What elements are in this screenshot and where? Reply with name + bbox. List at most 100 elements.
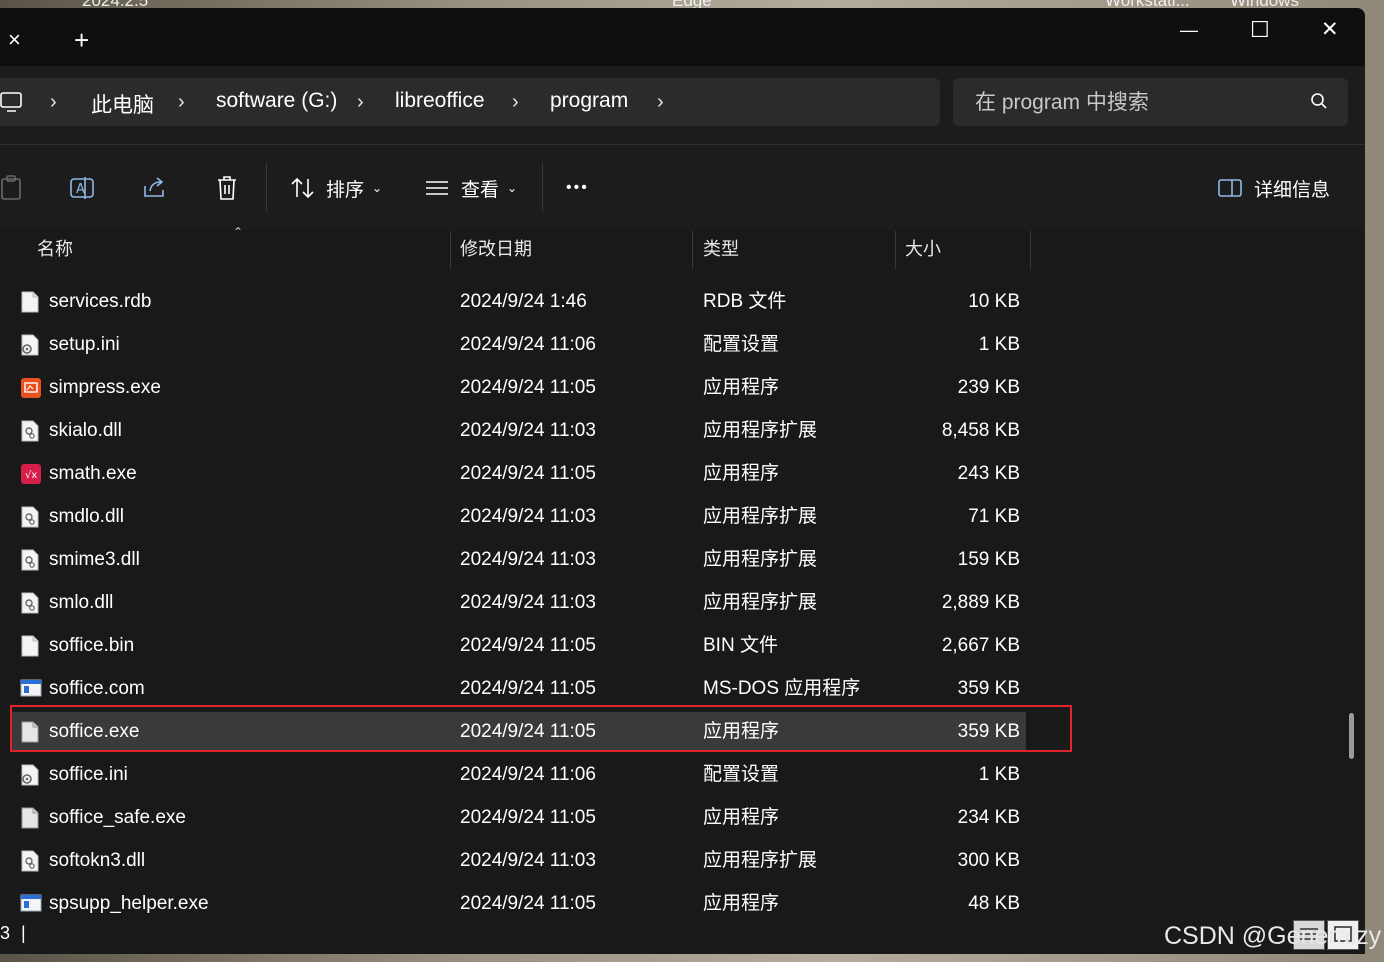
- dll-file-icon: [20, 592, 40, 614]
- settings-file-icon: [20, 334, 40, 356]
- file-size: 234 KB: [957, 807, 1020, 828]
- search-box: [953, 78, 1348, 128]
- close-tab-icon[interactable]: ×: [8, 28, 21, 52]
- address-row: › 此电脑 › software (G:) › libreoffice › pr…: [0, 66, 1365, 144]
- exe-file-icon: [20, 807, 40, 829]
- new-tab-button[interactable]: +: [74, 27, 89, 53]
- view-label: 查看: [461, 179, 500, 201]
- breadcrumb-item-this-pc[interactable]: 此电脑: [91, 89, 154, 119]
- file-name: soffice_safe.exe: [49, 807, 186, 828]
- file-modified-date: 2024/9/24 11:05: [460, 807, 596, 828]
- column-divider[interactable]: [692, 231, 693, 269]
- column-header-type[interactable]: 类型: [703, 229, 739, 269]
- details-label: 详细信息: [1254, 179, 1331, 201]
- maximize-button[interactable]: ☐: [1250, 18, 1270, 42]
- table-row[interactable]: √x smath.exe 2024/9/24 11:05 应用程序 243 KB: [12, 454, 1026, 494]
- file-size: 159 KB: [957, 549, 1020, 570]
- share-icon: [142, 176, 168, 200]
- table-row[interactable]: services.rdb 2024/9/24 1:46 RDB 文件 10 KB: [12, 282, 1026, 322]
- file-modified-date: 2024/9/24 11:06: [460, 764, 596, 785]
- table-row[interactable]: skialo.dll 2024/9/24 11:03 应用程序扩展 8,458 KB: [12, 411, 1026, 451]
- table-row[interactable]: simpress.exe 2024/9/24 11:05 应用程序 239 KB: [12, 368, 1026, 408]
- status-separator: |: [21, 923, 26, 943]
- breadcrumb-item-drive[interactable]: software (G:): [216, 89, 337, 113]
- dos-app-icon: [20, 678, 42, 700]
- table-row[interactable]: smdlo.dll 2024/9/24 11:03 应用程序扩展 71 KB: [12, 497, 1026, 537]
- search-icon[interactable]: [1310, 92, 1328, 115]
- status-bar: 3 |: [0, 917, 1365, 954]
- file-modified-date: 2024/9/24 11:06: [460, 334, 596, 355]
- table-row[interactable]: softokn3.dll 2024/9/24 11:03 应用程序扩展 300 KB: [12, 841, 1026, 881]
- chevron-right-icon[interactable]: ›: [357, 91, 364, 114]
- table-row-selected[interactable]: soffice.exe 2024/9/24 11:05 应用程序 359 KB: [12, 712, 1026, 752]
- exe-file-icon: [20, 721, 40, 743]
- file-icon: [20, 635, 40, 657]
- computer-icon[interactable]: [0, 91, 24, 118]
- file-name: soffice.bin: [49, 635, 135, 656]
- file-name: softokn3.dll: [49, 850, 146, 871]
- delete-button[interactable]: [215, 171, 239, 205]
- file-modified-date: 2024/9/24 11:05: [460, 678, 596, 699]
- view-button[interactable]: 查看 ⌄: [425, 171, 517, 205]
- chevron-right-icon[interactable]: ›: [50, 91, 57, 114]
- column-divider[interactable]: [450, 231, 451, 269]
- minimize-button[interactable]: —: [1180, 18, 1198, 42]
- table-row[interactable]: smime3.dll 2024/9/24 11:03 应用程序扩展 159 KB: [12, 540, 1026, 580]
- column-divider[interactable]: [895, 231, 896, 269]
- share-button[interactable]: [142, 171, 168, 205]
- file-name: simpress.exe: [49, 377, 161, 398]
- column-header-modified[interactable]: 修改日期: [460, 229, 532, 269]
- table-row[interactable]: soffice.bin 2024/9/24 11:05 BIN 文件 2,667 KB: [12, 626, 1026, 666]
- column-divider[interactable]: [1030, 231, 1031, 269]
- table-row[interactable]: soffice.ini 2024/9/24 11:06 配置设置 1 KB: [12, 755, 1026, 795]
- breadcrumb-item-program[interactable]: program: [550, 89, 628, 113]
- file-name: smdlo.dll: [49, 506, 124, 527]
- dll-file-icon: [20, 850, 40, 872]
- chevron-right-icon[interactable]: ›: [512, 91, 519, 114]
- file-modified-date: 2024/9/24 11:03: [460, 592, 596, 613]
- sort-button[interactable]: 排序 ⌄: [290, 171, 382, 205]
- file-type: 应用程序扩展: [703, 850, 818, 871]
- search-input[interactable]: [973, 78, 1297, 128]
- table-row[interactable]: soffice_safe.exe 2024/9/24 11:05 应用程序 234 K…: [12, 798, 1026, 838]
- close-window-button[interactable]: ✕: [1321, 18, 1339, 42]
- table-row[interactable]: smlo.dll 2024/9/24 11:03 应用程序扩展 2,889 KB: [12, 583, 1026, 623]
- table-row[interactable]: setup.ini 2024/9/24 11:06 配置设置 1 KB: [12, 325, 1026, 365]
- file-type: 应用程序: [703, 377, 780, 398]
- chevron-right-icon[interactable]: ›: [657, 91, 664, 114]
- file-type: 应用程序: [703, 463, 780, 484]
- paste-icon: [0, 175, 24, 201]
- dll-file-icon: [20, 506, 40, 528]
- details-pane-button[interactable]: 详细信息: [1218, 171, 1330, 205]
- file-name: smime3.dll: [49, 549, 140, 570]
- file-name: skialo.dll: [49, 420, 122, 441]
- view-icon: [425, 179, 449, 197]
- file-modified-date: 2024/9/24 11:05: [460, 377, 596, 398]
- file-size: 1 KB: [978, 334, 1020, 355]
- file-type: 配置设置: [703, 334, 780, 355]
- file-modified-date: 2024/9/24 11:03: [460, 420, 596, 441]
- file-name: soffice.com: [49, 678, 145, 699]
- file-modified-date: 2024/9/24 11:03: [460, 850, 596, 871]
- watermark-text: CSDN @Generalzy: [1164, 922, 1382, 950]
- paste-button[interactable]: [0, 171, 24, 205]
- file-name: soffice.ini: [49, 764, 128, 785]
- more-options-button[interactable]: •••: [566, 171, 589, 205]
- table-row[interactable]: soffice.com 2024/9/24 11:05 MS-DOS 应用程序 359…: [12, 669, 1026, 709]
- file-size: 8,458 KB: [941, 420, 1020, 441]
- math-app-icon: √x: [20, 463, 41, 485]
- column-header-size[interactable]: 大小: [905, 229, 941, 269]
- chevron-right-icon[interactable]: ›: [178, 91, 185, 114]
- breadcrumb[interactable]: › 此电脑 › software (G:) › libreoffice › pr…: [0, 78, 940, 126]
- file-size: 71 KB: [968, 506, 1020, 527]
- file-modified-date: 2024/9/24 11:03: [460, 506, 596, 527]
- file-icon: [20, 291, 40, 313]
- scrollbar-thumb[interactable]: [1349, 713, 1354, 759]
- file-modified-date: 2024/9/24 11:05: [460, 635, 596, 656]
- column-header-name[interactable]: 名称: [37, 229, 73, 269]
- file-size: 2,667 KB: [941, 635, 1020, 656]
- file-type: 应用程序扩展: [703, 506, 818, 527]
- rename-button[interactable]: A: [70, 171, 96, 205]
- sort-label: 排序: [326, 179, 365, 201]
- breadcrumb-item-libreoffice[interactable]: libreoffice: [395, 89, 485, 113]
